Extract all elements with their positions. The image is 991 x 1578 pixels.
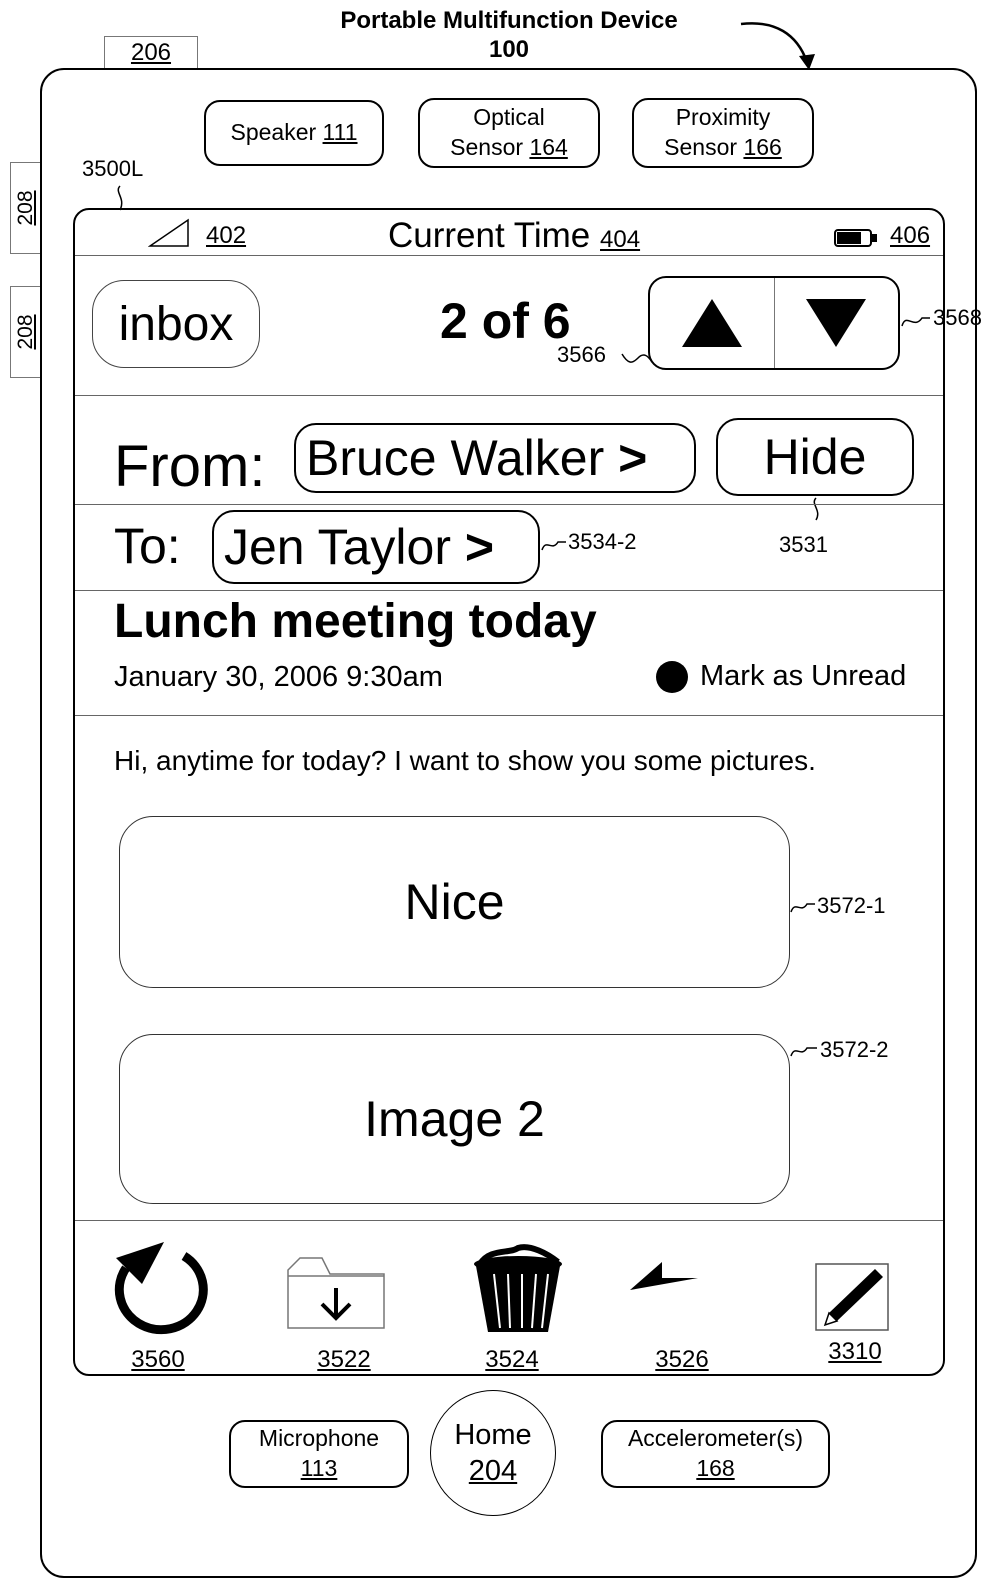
device-pointer-arrow — [740, 22, 815, 70]
screen-ref: 3500L — [82, 156, 144, 181]
hide-ref-leader — [813, 497, 819, 521]
folder-move-icon — [287, 1257, 385, 1329]
message-position-ref: 3566 — [557, 342, 606, 367]
trash-button[interactable] — [470, 1244, 566, 1336]
device-tab-206-label: 206 — [130, 39, 172, 66]
from-sender-name: Bruce Walker — [306, 430, 605, 486]
from-label: From: — [114, 434, 266, 499]
toolbar-divider — [75, 1220, 943, 1221]
optical-label-line2: Sensor — [450, 134, 524, 160]
attachment-1-ref: 3572-1 — [817, 893, 886, 918]
speaker-sensor: Speaker 111 — [204, 100, 384, 166]
message-body: Hi, anytime for today? I want to show yo… — [114, 745, 816, 776]
inbox-button-label: inbox — [118, 297, 234, 351]
accelerometer-label: Accelerometer(s) — [627, 1425, 804, 1452]
nav-divider — [75, 395, 943, 396]
attachment-2-ref: 3572-2 — [820, 1037, 889, 1062]
home-label: Home — [454, 1418, 532, 1451]
move-to-folder-button[interactable] — [286, 1256, 386, 1330]
unread-dot-icon — [656, 660, 688, 693]
reply-button[interactable] — [628, 1260, 726, 1326]
move-ref: 3522 — [317, 1346, 371, 1373]
device-ref: 100 — [488, 36, 530, 63]
side-button-upper[interactable]: 208 — [10, 162, 40, 254]
microphone-label: Microphone — [258, 1425, 380, 1452]
home-ref: 204 — [468, 1455, 518, 1487]
attachment-2-leader — [790, 1047, 817, 1057]
optical-sensor: Optical Sensor 164 — [418, 98, 600, 168]
up-arrow-icon — [681, 299, 742, 347]
message-nav-arrows — [648, 276, 900, 370]
to-recipient-button[interactable]: Jen Taylor > — [212, 510, 540, 584]
to-divider — [75, 590, 943, 591]
mark-unread-button[interactable]: Mark as Unread — [656, 660, 906, 693]
message-nav-ref: 3568 — [933, 305, 982, 330]
attachment-1[interactable]: Nice — [119, 816, 790, 988]
battery-icon — [834, 229, 877, 247]
device-tab-206: 206 — [104, 36, 198, 70]
optical-label-line1: Optical — [473, 104, 545, 131]
message-date: January 30, 2006 9:30am — [114, 661, 443, 693]
down-arrow-icon — [806, 299, 867, 347]
trash-ref: 3524 — [485, 1346, 539, 1373]
speaker-ref: 111 — [322, 119, 358, 146]
refresh-icon — [114, 1242, 208, 1335]
to-label: To: — [114, 518, 181, 574]
reply-ref: 3526 — [655, 1346, 709, 1373]
side-button-lower[interactable]: 208 — [10, 286, 40, 378]
proximity-sensor: Proximity Sensor 166 — [632, 98, 814, 168]
hide-button-label: Hide — [763, 429, 867, 485]
message-subject: Lunch meeting today — [114, 595, 597, 648]
message-nav-leader — [901, 317, 930, 327]
subject-divider — [75, 715, 943, 716]
hide-ref: 3531 — [779, 532, 828, 557]
from-divider — [75, 504, 943, 505]
proximity-label-line1: Proximity — [675, 104, 771, 131]
message-position: 2 of 6 — [440, 293, 571, 349]
proximity-label-line2: Sensor — [664, 134, 738, 160]
reply-arrow-icon — [630, 1262, 698, 1290]
accelerometer: Accelerometer(s) 168 — [601, 1420, 830, 1488]
proximity-ref: 166 — [743, 134, 782, 160]
attachment-1-leader — [790, 903, 815, 913]
attachment-2[interactable]: Image 2 — [119, 1034, 790, 1204]
attachment-1-label: Nice — [404, 874, 505, 930]
to-chevron-icon: > — [464, 519, 495, 575]
from-chevron-icon: > — [618, 430, 648, 486]
to-recipient-name: Jen Taylor — [224, 519, 451, 575]
compose-button[interactable] — [815, 1263, 889, 1331]
device-title: Portable Multifunction Device 100 — [300, 6, 718, 64]
trash-icon — [474, 1244, 562, 1332]
side-button-upper-label: 208 — [13, 190, 37, 226]
home-button[interactable]: Home 204 — [430, 1390, 556, 1516]
previous-message-button[interactable] — [650, 278, 775, 368]
inbox-button[interactable]: inbox — [92, 280, 260, 368]
hide-button[interactable]: Hide — [716, 418, 914, 496]
accelerometer-ref: 168 — [696, 1455, 735, 1481]
refresh-ref: 3560 — [131, 1346, 185, 1373]
battery-ref: 406 — [890, 222, 931, 249]
to-ref-leader — [541, 541, 566, 551]
next-message-button[interactable] — [775, 278, 899, 368]
compose-ref: 3310 — [828, 1338, 882, 1365]
microphone: Microphone 113 — [229, 1420, 409, 1488]
speaker-label: Speaker — [230, 119, 317, 146]
status-divider — [75, 255, 943, 256]
signal-icon — [148, 218, 189, 247]
from-sender-button[interactable]: Bruce Walker > — [294, 423, 696, 493]
signal-ref: 402 — [206, 222, 247, 249]
to-ref: 3534-2 — [568, 529, 637, 554]
current-time-label: Current Time — [388, 216, 591, 255]
current-time: Current Time 404 — [388, 216, 640, 256]
attachment-2-label: Image 2 — [364, 1091, 545, 1147]
mark-unread-label: Mark as Unread — [700, 660, 907, 692]
optical-ref: 164 — [529, 134, 568, 160]
refresh-button[interactable] — [108, 1240, 212, 1340]
microphone-ref: 113 — [300, 1455, 338, 1481]
current-time-ref: 404 — [600, 226, 641, 253]
side-button-lower-label: 208 — [13, 314, 37, 350]
device-title-text: Portable Multifunction Device — [340, 7, 678, 34]
compose-pencil-icon — [815, 1263, 889, 1331]
